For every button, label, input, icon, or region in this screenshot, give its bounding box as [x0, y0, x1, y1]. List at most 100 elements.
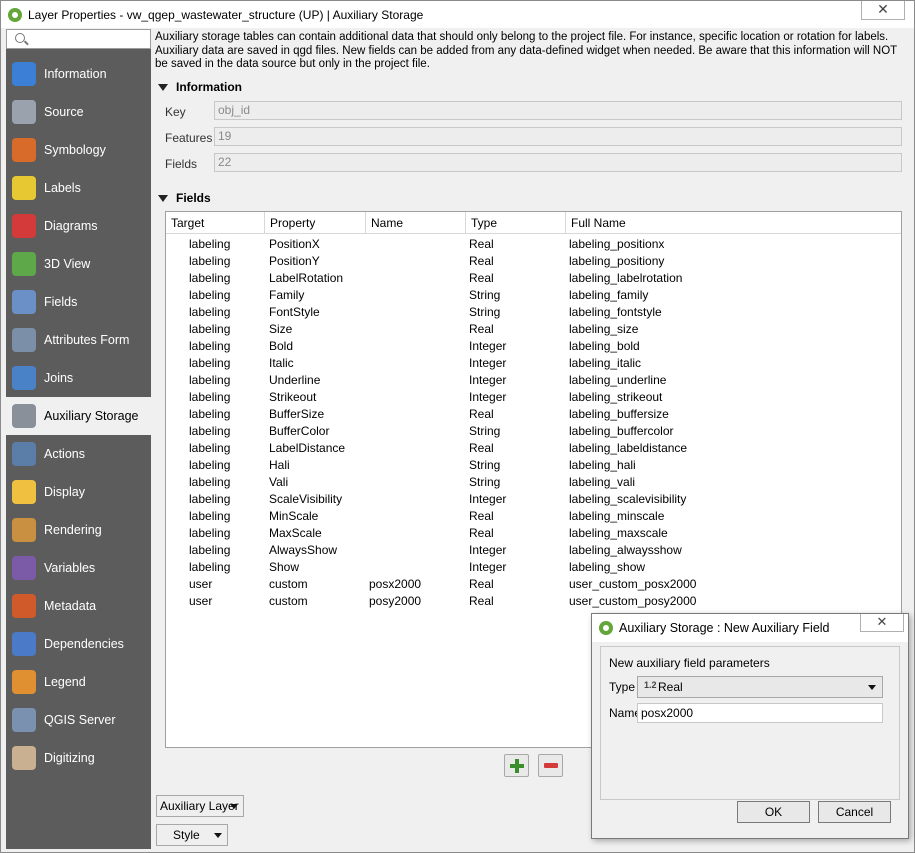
cell-type: Integer [469, 390, 507, 404]
sidebar-item-actions[interactable]: Actions [6, 435, 151, 473]
sidebar-item-joins[interactable]: Joins [6, 359, 151, 397]
sidebar-search-input[interactable] [6, 29, 151, 49]
close-button[interactable]: ✕ [861, 1, 905, 20]
sidebar-item-metadata[interactable]: Metadata [6, 587, 151, 625]
add-field-button[interactable] [504, 754, 529, 777]
remove-field-button[interactable] [538, 754, 563, 777]
information-section-header[interactable]: Information [158, 80, 242, 94]
table-row[interactable]: labeling MaxScale Real labeling_maxscale [166, 525, 901, 542]
sidebar-item-digitizing[interactable]: Digitizing [6, 739, 151, 777]
server-icon [12, 708, 36, 732]
cell-property: custom [269, 594, 308, 608]
fields-label: Fields [165, 157, 198, 171]
sidebar-item-symbology[interactable]: Symbology [6, 131, 151, 169]
cell-target: labeling [189, 424, 231, 438]
cell-type: Integer [469, 373, 507, 387]
table-row[interactable]: labeling BufferColor String labeling_buffer… [166, 423, 901, 440]
cell-type: Integer [469, 356, 507, 370]
cell-type: Real [469, 594, 494, 608]
table-row[interactable]: labeling BufferSize Real labeling_buffersiz… [166, 406, 901, 423]
cell-property: custom [269, 577, 308, 591]
table-row[interactable]: user custom posx2000 Real user_custom_posx20… [166, 576, 901, 593]
cell-property: Bold [269, 339, 294, 353]
search-icon [15, 33, 25, 43]
table-row[interactable]: labeling LabelDistance Real labeling_labeld… [166, 440, 901, 457]
table-row[interactable]: labeling Italic Integer labeling_italic [166, 355, 901, 372]
cell-type: String [469, 288, 501, 302]
cell-target: labeling [189, 356, 231, 370]
table-row[interactable]: labeling PositionY Real labeling_positiony [166, 253, 901, 270]
table-row[interactable]: labeling LabelRotation Real labeling_labelr… [166, 270, 901, 287]
table-row[interactable]: labeling Family String labeling_family [166, 287, 901, 304]
column-header-name[interactable]: Name [366, 212, 466, 234]
minus-icon [544, 763, 558, 768]
cell-full-name: labeling_labeldistance [569, 441, 688, 455]
table-row[interactable]: labeling ScaleVisibility Integer labeling_s… [166, 491, 901, 508]
type-label: Type [609, 680, 636, 694]
table-row[interactable]: labeling FontStyle String labeling_fontstyl… [166, 304, 901, 321]
sidebar-item-label: Source [44, 105, 84, 119]
fields-section-header[interactable]: Fields [158, 191, 211, 205]
sidebar-item-rendering[interactable]: Rendering [6, 511, 151, 549]
sidebar-item-variables[interactable]: Variables [6, 549, 151, 587]
cell-type: Real [469, 322, 494, 336]
table-row[interactable]: labeling AlwaysShow Integer labeling_always… [166, 542, 901, 559]
table-row[interactable]: labeling Bold Integer labeling_bold [166, 338, 901, 355]
table-row[interactable]: labeling PositionX Real labeling_positionx [166, 236, 901, 253]
cell-full-name: labeling_show [569, 560, 646, 574]
column-header-property[interactable]: Property [265, 212, 366, 234]
column-header-target[interactable]: Target [166, 212, 265, 234]
ok-button[interactable]: OK [737, 801, 810, 823]
plus-icon [510, 759, 524, 773]
sidebar-item-legend[interactable]: Legend [6, 663, 151, 701]
column-header-full-name[interactable]: Full Name [566, 212, 901, 234]
sidebar-item-label: Display [44, 485, 85, 499]
cancel-button[interactable]: Cancel [818, 801, 891, 823]
cell-type: Integer [469, 560, 507, 574]
title-bar: Layer Properties - vw_qgep_wastewater_st… [1, 1, 914, 28]
sidebar-item-labels[interactable]: Labels [6, 169, 151, 207]
cell-target: labeling [189, 305, 231, 319]
table-row[interactable]: labeling Show Integer labeling_show [166, 559, 901, 576]
type-select[interactable]: 1.2 Real [637, 676, 883, 698]
sidebar-item-attributes-form[interactable]: Attributes Form [6, 321, 151, 359]
style-label: Style [173, 828, 200, 842]
dialog-close-button[interactable]: ✕ [860, 614, 904, 632]
table-row[interactable]: labeling MinScale Real labeling_minscale [166, 508, 901, 525]
sidebar-item-information[interactable]: Information [6, 55, 151, 93]
sidebar-item-fields[interactable]: Fields [6, 283, 151, 321]
table-row[interactable]: user custom posy2000 Real user_custom_posy20… [166, 593, 901, 610]
cell-full-name: user_custom_posx2000 [569, 577, 697, 591]
table-row[interactable]: labeling Hali String labeling_hali [166, 457, 901, 474]
cell-target: labeling [189, 390, 231, 404]
table-row[interactable]: labeling Size Real labeling_size [166, 321, 901, 338]
cell-full-name: labeling_buffercolor [569, 424, 674, 438]
auxiliary-layer-button[interactable]: Auxiliary Layer [156, 795, 244, 817]
real-type-icon: 1.2 [644, 680, 657, 690]
cell-name: posy2000 [369, 594, 422, 608]
table-row[interactable]: labeling Underline Integer labeling_underli… [166, 372, 901, 389]
cell-property: Show [269, 560, 300, 574]
cube-icon [12, 252, 36, 276]
sidebar-item-source[interactable]: Source [6, 93, 151, 131]
name-input[interactable]: posx2000 [637, 703, 883, 723]
brush-icon [12, 518, 36, 542]
sidebar-item-display[interactable]: Display [6, 473, 151, 511]
cell-full-name: labeling_bold [569, 339, 640, 353]
sidebar-item-dependencies[interactable]: Dependencies [6, 625, 151, 663]
cell-target: labeling [189, 441, 231, 455]
cell-name: posx2000 [369, 577, 422, 591]
sidebar-item-qgis-server[interactable]: QGIS Server [6, 701, 151, 739]
column-header-type[interactable]: Type [466, 212, 566, 234]
sidebar-item-3d-view[interactable]: 3D View [6, 245, 151, 283]
diagram-icon [12, 214, 36, 238]
table-row[interactable]: labeling Vali String labeling_vali [166, 474, 901, 491]
dependencies-icon [12, 632, 36, 656]
cell-type: Real [469, 237, 494, 251]
cell-full-name: labeling_labelrotation [569, 271, 683, 285]
dialog-title: Auxiliary Storage : New Auxiliary Field [619, 621, 830, 635]
style-button[interactable]: Style [156, 824, 228, 846]
sidebar-item-auxiliary-storage[interactable]: Auxiliary Storage [6, 397, 151, 435]
table-row[interactable]: labeling Strikeout Integer labeling_strikeo… [166, 389, 901, 406]
sidebar-item-diagrams[interactable]: Diagrams [6, 207, 151, 245]
